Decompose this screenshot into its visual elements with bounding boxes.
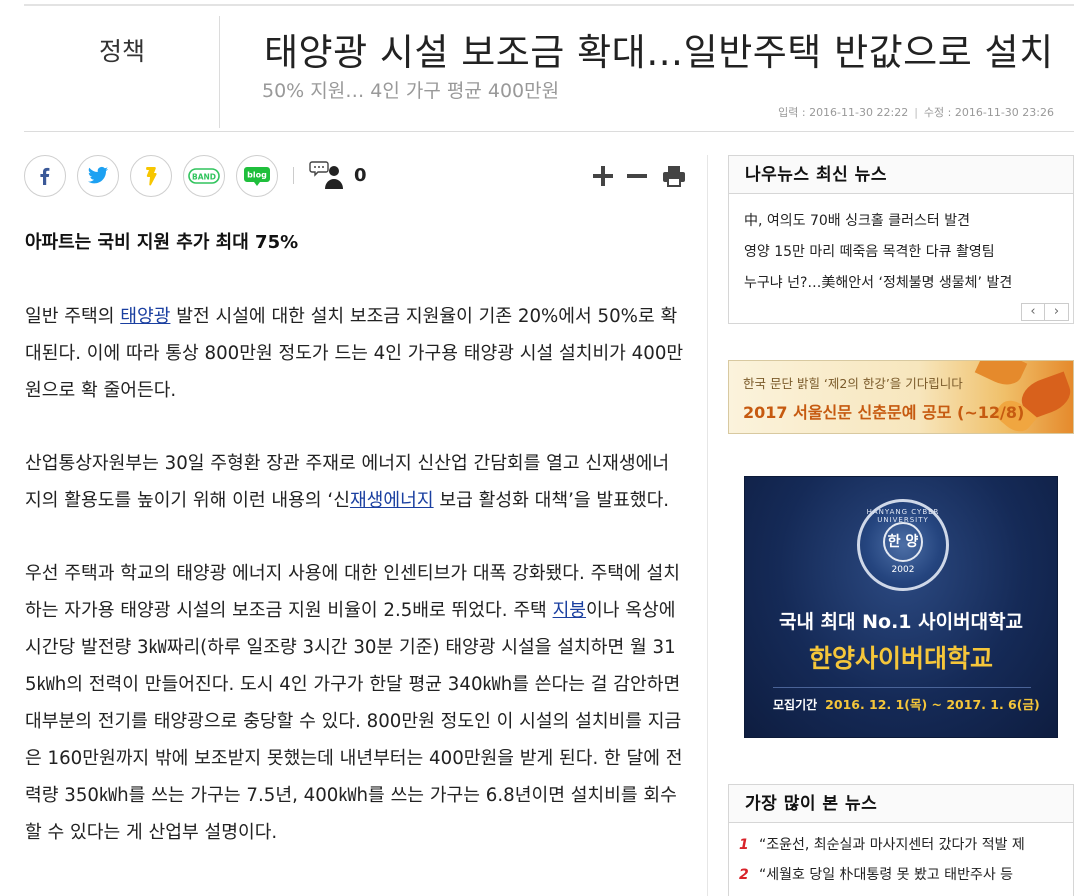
column-divider <box>707 155 708 896</box>
ad-university-name: 한양사이버대학교 <box>808 644 993 673</box>
article-subheadline: 50% 지원… 4인 가구 평균 400만원 <box>262 80 560 102</box>
most-viewed-item[interactable]: 1 “조윤선, 최순실과 마사지센터 갔다가 적발 제 <box>739 832 1073 862</box>
latest-news-item[interactable]: 누구냐 넌?…美해안서 ‘정체불명 생물체’ 발견 <box>744 270 1073 301</box>
keyword-link-roof[interactable]: 지붕 <box>553 600 586 621</box>
kakaostory-share-button[interactable] <box>130 155 172 197</box>
kakaostory-icon <box>146 167 157 186</box>
period-label: 모집기간 <box>773 698 818 712</box>
latest-news-title: 나우뉴스 최신 뉴스 <box>729 156 1073 194</box>
banner-tagline: 한국 문단 밝힐 ‘제2의 한강’을 기다립니다 <box>743 376 963 391</box>
latest-news-item[interactable]: 영양 15만 마리 떼죽음 목격한 다큐 촬영팀 <box>744 239 1073 270</box>
ad-tagline: 국내 최대 No.1 사이버대학교 <box>778 611 1024 633</box>
emblem-center: 한 양 <box>883 522 923 562</box>
latest-news-item[interactable]: 中, 여의도 70배 싱크홀 클러스터 발견 <box>744 208 1073 239</box>
article-paragraph-2: 산업통상자원부는 30일 주형환 장관 주재로 에너지 신산업 간담회를 열고 … <box>25 453 670 511</box>
most-viewed-box: 가장 많이 본 뉴스 1 “조윤선, 최순실과 마사지센터 갔다가 적발 제 2 “… <box>728 784 1074 896</box>
university-emblem: HANYANG CYBER UNIVERSITY 한 양 2002 <box>857 499 949 591</box>
input-date: 입력 : 2016-11-30 22:22 <box>778 106 909 119</box>
comment-count: 0 <box>354 165 367 186</box>
date-separator: | <box>914 106 918 119</box>
twitter-icon <box>87 166 109 184</box>
share-separator <box>293 167 294 184</box>
blog-label: blog <box>247 171 267 180</box>
period-value: 2016. 12. 1(목) ~ 2017. 1. 6(금) <box>825 697 1040 712</box>
comment-icon[interactable] <box>309 160 345 190</box>
ad-admission-period: 모집기간 2016. 12. 1(목) ~ 2017. 1. 6(금) <box>773 687 1040 713</box>
band-share-button[interactable]: BAND <box>183 155 225 197</box>
most-viewed-list: 1 “조윤선, 최순실과 마사지센터 갔다가 적발 제 2 “세월호 당일 朴대통령… <box>729 823 1073 892</box>
font-increase-icon[interactable] <box>590 163 616 189</box>
article-body: 아파트는 국비 지원 추가 최대 75% 일반 주택의 태양광 발전 시설에 대… <box>25 225 685 887</box>
latest-news-box: 나우뉴스 최신 뉴스 中, 여의도 70배 싱크홀 클러스터 발견 영양 15만… <box>728 155 1074 324</box>
latest-news-list: 中, 여의도 70배 싱크홀 클러스터 발견 영양 15만 마리 떼죽음 목격한… <box>729 194 1073 301</box>
print-icon[interactable] <box>661 163 687 189</box>
pager-next-button[interactable]: › <box>1045 303 1069 321</box>
band-label: BAND <box>192 172 216 181</box>
emblem-year: 2002 <box>891 565 915 575</box>
rank-number: 2 <box>739 867 749 883</box>
latest-news-pager: ‹ › <box>1021 303 1069 321</box>
article-paragraph-3: 우선 주택과 학교의 태양광 에너지 사용에 대한 인센티브가 대폭 강화됐다.… <box>25 563 683 843</box>
most-viewed-title: 가장 많이 본 뉴스 <box>729 785 1073 823</box>
facebook-icon <box>40 167 50 185</box>
keyword-link-solar[interactable]: 태양광 <box>120 306 170 327</box>
shinchun-contest-banner[interactable]: 한국 문단 밝힐 ‘제2의 한강’을 기다립니다 2017 서울신문 신춘문예 … <box>728 360 1074 434</box>
article-header: 정책 태양광 시설 보조금 확대…일반주택 반값으로 설치 50% 지원… 4인… <box>24 6 1074 132</box>
hanyang-cyber-university-ad[interactable]: HANYANG CYBER UNIVERSITY 한 양 2002 국내 최대 … <box>744 476 1058 738</box>
band-icon: BAND <box>188 168 220 184</box>
article-headline: 태양광 시설 보조금 확대…일반주택 반값으로 설치 <box>264 31 1054 74</box>
facebook-share-button[interactable] <box>24 155 66 197</box>
most-viewed-headline: “조윤선, 최순실과 마사지센터 갔다가 적발 제 <box>759 837 1025 853</box>
article-dates: 입력 : 2016-11-30 22:22 | 수정 : 2016-11-30 23… <box>778 104 1054 120</box>
blog-share-button[interactable]: blog <box>236 155 278 197</box>
font-decrease-icon[interactable] <box>624 163 650 189</box>
most-viewed-headline: “세월호 당일 朴대통령 못 봤고 태반주사 등 <box>759 867 1014 883</box>
keyword-link-renewable[interactable]: 재생에너지 <box>350 490 434 511</box>
section-label[interactable]: 정책 <box>24 32 220 68</box>
most-viewed-item[interactable]: 2 “세월호 당일 朴대통령 못 봤고 태반주사 등 <box>739 862 1073 892</box>
share-bar: BAND blog 0 <box>24 155 690 197</box>
rank-number: 1 <box>739 837 749 853</box>
article-lead: 아파트는 국비 지원 추가 최대 75% <box>25 232 299 253</box>
pager-prev-button[interactable]: ‹ <box>1021 303 1045 321</box>
twitter-share-button[interactable] <box>77 155 119 197</box>
leaf-decoration <box>974 361 1028 391</box>
banner-title: 2017 서울신문 신춘문예 공모 (~12/8) <box>743 403 1025 422</box>
article-paragraph-1: 일반 주택의 태양광 발전 시설에 대한 설치 보조금 지원율이 기존 20%에… <box>25 306 684 401</box>
blog-icon: blog <box>244 167 270 186</box>
header-divider <box>219 16 220 128</box>
modified-date: 수정 : 2016-11-30 23:26 <box>923 106 1054 119</box>
